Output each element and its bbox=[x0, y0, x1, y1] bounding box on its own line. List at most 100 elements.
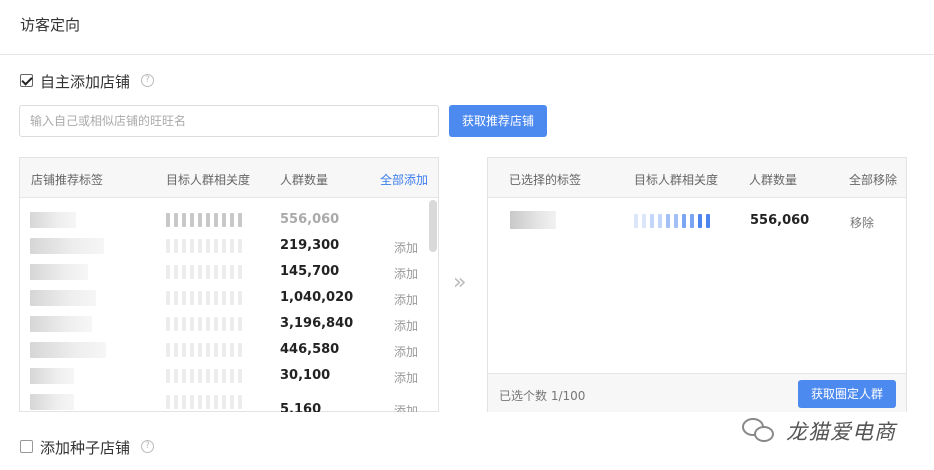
blurred-tag-name bbox=[30, 368, 74, 384]
section-title: 访客定向 bbox=[20, 16, 81, 34]
remove-link[interactable]: 移除 bbox=[850, 214, 874, 231]
selected-tags-panel: 已选择的标签 目标人群相关度 人群数量 全部移除 556,060 移除 已选个数… bbox=[487, 157, 907, 412]
selected-count: 556,060 bbox=[750, 213, 810, 228]
relevance-bar bbox=[238, 213, 242, 227]
table-row: 446,580 添加 bbox=[20, 338, 438, 364]
header-shop-tag: 店铺推荐标签 bbox=[31, 173, 104, 187]
question-circle-icon[interactable]: ? bbox=[141, 440, 154, 453]
relevance-bar bbox=[206, 213, 210, 227]
add-link[interactable]: 添加 bbox=[394, 317, 418, 334]
watermark-text: 龙猫爱电商 bbox=[786, 420, 896, 444]
relevance-bars bbox=[166, 239, 242, 253]
add-link[interactable]: 添加 bbox=[394, 265, 418, 282]
recommended-tags-panel: 店铺推荐标签 目标人群相关度 人群数量 全部添加 556,060 219,300… bbox=[19, 157, 439, 412]
relevance-bar bbox=[198, 369, 202, 383]
add-link[interactable]: 添加 bbox=[394, 291, 418, 308]
row-count: 30,100 bbox=[280, 368, 331, 383]
relevance-bar bbox=[198, 343, 202, 357]
question-circle-icon[interactable]: ? bbox=[141, 74, 154, 87]
relevance-bars bbox=[166, 213, 242, 227]
relevance-bar bbox=[166, 291, 170, 305]
relevance-bar bbox=[198, 395, 202, 409]
relevance-bar bbox=[706, 214, 710, 228]
relevance-bar bbox=[166, 239, 170, 253]
relevance-bar bbox=[222, 395, 226, 409]
blurred-tag-name bbox=[30, 212, 76, 228]
relevance-bar bbox=[214, 343, 218, 357]
relevance-bar bbox=[190, 265, 194, 279]
relevance-bar bbox=[190, 291, 194, 305]
relevance-bar bbox=[650, 214, 654, 228]
table-row: 1,040,020 添加 bbox=[20, 286, 438, 312]
blurred-tag-name bbox=[30, 238, 104, 254]
header-relevance: 目标人群相关度 bbox=[166, 173, 251, 187]
relevance-bar bbox=[174, 395, 178, 409]
seed-add-checkbox[interactable] bbox=[20, 440, 33, 453]
relevance-bars bbox=[166, 317, 242, 331]
add-link[interactable]: 添加 bbox=[394, 369, 418, 386]
table-row: 3,196,840 添加 bbox=[20, 312, 438, 338]
relevance-bar bbox=[682, 214, 686, 228]
relevance-bar bbox=[182, 239, 186, 253]
relevance-bar bbox=[214, 369, 218, 383]
scrollbar-thumb[interactable] bbox=[429, 200, 437, 252]
relevance-bar bbox=[214, 317, 218, 331]
shop-search-input[interactable] bbox=[19, 105, 439, 137]
relevance-bar bbox=[666, 214, 670, 228]
relevance-bar bbox=[222, 343, 226, 357]
relevance-bar bbox=[222, 265, 226, 279]
relevance-bar bbox=[166, 395, 170, 409]
relevance-bar bbox=[222, 369, 226, 383]
relevance-bar bbox=[206, 291, 210, 305]
relevance-bar bbox=[690, 214, 694, 228]
get-crowd-button[interactable]: 获取圈定人群 bbox=[798, 380, 896, 408]
row-count: 556,060 bbox=[280, 212, 340, 227]
relevance-bar bbox=[238, 291, 242, 305]
add-all-link[interactable]: 全部添加 bbox=[380, 171, 428, 188]
relevance-bars bbox=[166, 395, 242, 409]
relevance-bar bbox=[190, 343, 194, 357]
relevance-bar bbox=[190, 213, 194, 227]
blurred-tag-name bbox=[30, 290, 96, 306]
self-add-checkbox[interactable] bbox=[20, 74, 33, 87]
relevance-bar bbox=[198, 317, 202, 331]
relevance-bar bbox=[238, 317, 242, 331]
relevance-bar bbox=[174, 369, 178, 383]
fetch-recommended-shops-button[interactable]: 获取推荐店铺 bbox=[449, 105, 547, 137]
relevance-bar bbox=[166, 265, 170, 279]
relevance-bar bbox=[222, 291, 226, 305]
add-link[interactable]: 添加 bbox=[394, 239, 418, 256]
relevance-bar bbox=[230, 213, 234, 227]
relevance-bar bbox=[206, 369, 210, 383]
relevance-bar bbox=[658, 214, 662, 228]
relevance-bar bbox=[174, 317, 178, 331]
relevance-bar bbox=[206, 265, 210, 279]
remove-all-link[interactable]: 全部移除 bbox=[849, 171, 897, 188]
relevance-bar bbox=[222, 317, 226, 331]
blurred-tag-name bbox=[510, 211, 556, 229]
selected-panel-footer: 已选个数 1/100 获取圈定人群 bbox=[488, 373, 906, 412]
relevance-bar bbox=[238, 239, 242, 253]
relevance-bar bbox=[642, 214, 646, 228]
blurred-tag-name bbox=[30, 394, 74, 410]
table-row: 5,160 添加 bbox=[20, 390, 438, 412]
relevance-bar bbox=[222, 213, 226, 227]
relevance-bar bbox=[182, 395, 186, 409]
row-count: 5,160 bbox=[280, 402, 322, 412]
relevance-bar bbox=[674, 214, 678, 228]
add-link[interactable]: 添加 bbox=[394, 343, 418, 360]
relevance-bar bbox=[230, 239, 234, 253]
relevance-bar bbox=[238, 343, 242, 357]
row-count: 1,040,020 bbox=[280, 290, 354, 305]
relevance-bar bbox=[166, 213, 170, 227]
row-count: 3,196,840 bbox=[280, 316, 354, 331]
selected-tags-header: 已选择的标签 目标人群相关度 人群数量 全部移除 bbox=[488, 158, 906, 198]
relevance-bar bbox=[174, 291, 178, 305]
table-row-clipped: 5,160 添加 bbox=[20, 390, 438, 412]
relevance-bar bbox=[230, 265, 234, 279]
add-link[interactable]: 添加 bbox=[394, 402, 418, 412]
divider bbox=[0, 54, 934, 55]
relevance-bar bbox=[198, 213, 202, 227]
row-count: 446,580 bbox=[280, 342, 340, 357]
table-row: 219,300 添加 bbox=[20, 234, 438, 260]
